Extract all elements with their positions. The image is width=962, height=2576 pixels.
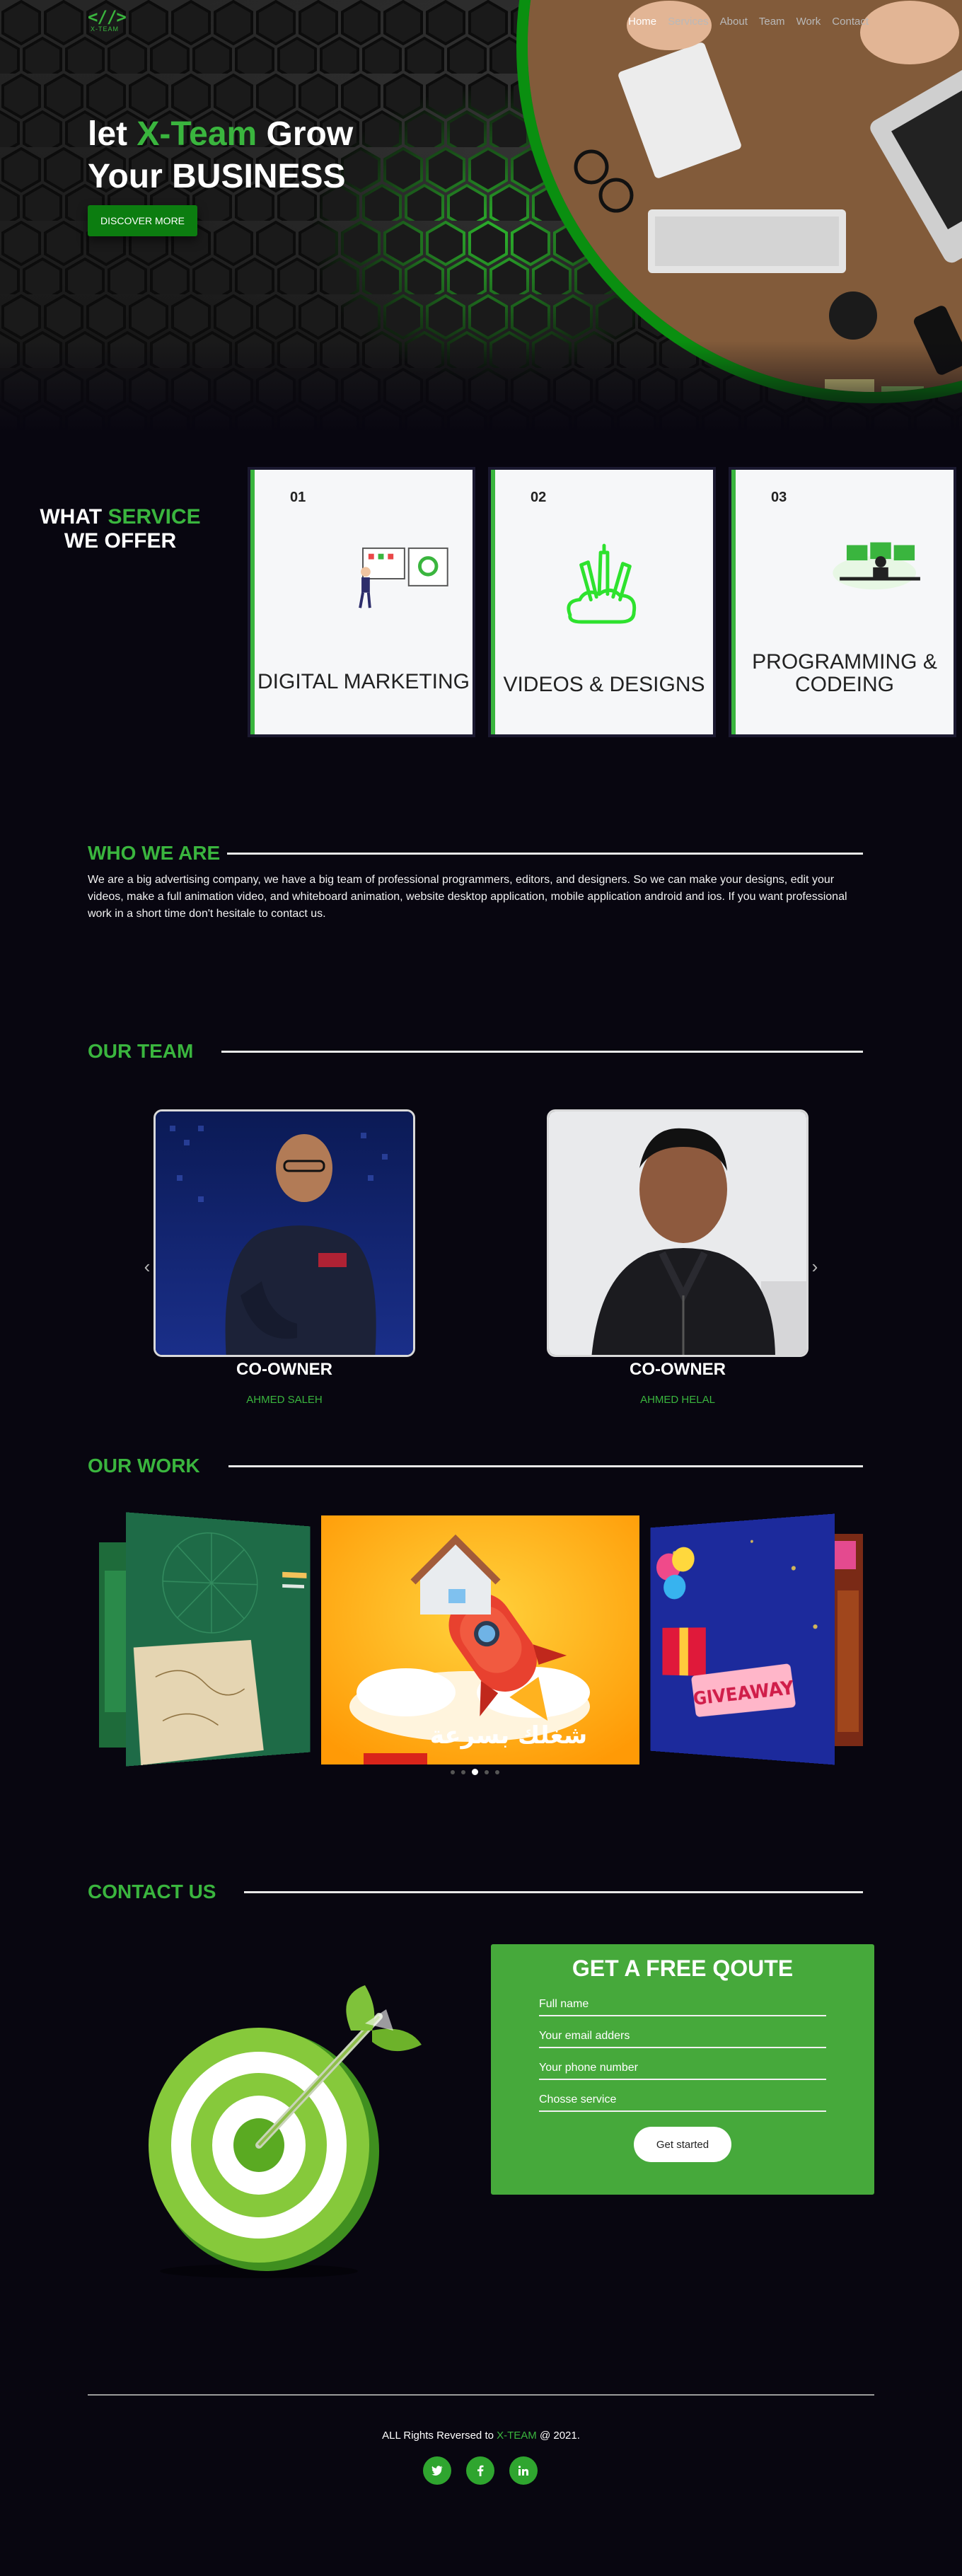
services-heading-part2: WE OFFER <box>64 529 177 553</box>
work-carousel-dots <box>451 1769 499 1775</box>
get-started-button[interactable]: Get started <box>634 2127 731 2162</box>
team-member-name: AHMED HELAL <box>640 1394 715 1406</box>
linkedin-icon[interactable] <box>509 2456 538 2485</box>
service-title: PROGRAMMING & CODEING <box>752 650 937 696</box>
phone-field[interactable]: Your phone number <box>539 2062 826 2080</box>
team-heading: OUR TEAM <box>88 1040 194 1062</box>
hero-title-prefix: let <box>88 115 137 153</box>
service-title: VIDEOS & DESIGNS <box>503 673 705 696</box>
copyright-prefix: ALL Rights Reversed to <box>382 2430 497 2442</box>
hero-title-suffix: Grow <box>257 115 354 153</box>
carousel-dot[interactable] <box>495 1769 499 1774</box>
social-links <box>423 2456 538 2485</box>
carousel-dot[interactable] <box>461 1769 465 1774</box>
nav-team[interactable]: Team <box>759 16 785 28</box>
service-card-programming[interactable]: 03 PROGRAMMING & CODEING <box>731 470 954 734</box>
work-heading: OUR WORK <box>88 1455 200 1477</box>
services-heading-part1: WHAT <box>40 505 108 529</box>
services-heading: WHAT SERVICE WE OFFER <box>35 505 205 553</box>
team-member-role: CO-OWNER <box>630 1360 726 1379</box>
team-next-arrow-icon[interactable]: › <box>806 1257 823 1276</box>
marketing-illustration-icon <box>359 547 448 608</box>
hero-title-line2: Your BUSINESS <box>88 158 346 195</box>
email-field[interactable]: Your email adders <box>539 2030 826 2048</box>
hero-title: let X-Team Grow Your BUSINESS <box>88 113 353 198</box>
footer-divider <box>88 2394 874 2396</box>
heading-divider <box>221 1050 863 1053</box>
work-item-featured-rocket[interactable]: شغلك بسرعة <box>321 1515 639 1764</box>
team-header: OUR TEAM <box>88 1040 863 1063</box>
hero-title-accent: X-Team <box>137 115 257 153</box>
service-card-marketing[interactable]: 01 DIGITAL MARKETING <box>250 470 473 734</box>
nav-home[interactable]: Home <box>628 16 656 28</box>
full-name-field[interactable]: Full name <box>539 1998 826 2016</box>
developer-illustration-icon <box>833 542 920 590</box>
team-member-photo-2 <box>547 1109 809 1357</box>
hero-bottom-fade <box>0 341 962 433</box>
service-select-field[interactable]: Chosse service <box>539 2093 826 2112</box>
site-logo[interactable]: <//> X-TEAM <box>88 7 129 40</box>
team-member-photo-1 <box>153 1109 415 1357</box>
design-tools-icon <box>567 543 637 624</box>
facebook-icon[interactable] <box>466 2456 494 2485</box>
work-item-map[interactable] <box>126 1512 311 1767</box>
work-header: OUR WORK <box>88 1455 863 1477</box>
about-heading: WHO WE ARE <box>88 842 221 864</box>
target-dart-illustration <box>149 1985 422 2278</box>
quote-form: GET A FREE QOUTE Full name Your email ad… <box>491 1944 874 2195</box>
about-text: We are a big advertising company, we hav… <box>88 874 847 920</box>
carousel-dot-active[interactable] <box>472 1769 478 1775</box>
work-item-giveaway[interactable]: GIVEAWAY <box>650 1513 835 1765</box>
work-item-far-left[interactable] <box>99 1542 127 1748</box>
nav-work[interactable]: Work <box>796 16 821 28</box>
services-heading-accent: SERVICE <box>108 505 201 529</box>
heading-divider <box>244 1890 863 1893</box>
team-member-name: AHMED SALEH <box>246 1394 323 1406</box>
main-nav: Home Services About Team Work Contact <box>628 16 869 28</box>
copyright-brand[interactable]: X-TEAM <box>497 2430 537 2442</box>
nav-contact[interactable]: Contact <box>832 16 869 28</box>
discover-more-button[interactable]: DISCOVER MORE <box>88 205 198 236</box>
service-title: DIGITAL MARKETING <box>257 670 470 693</box>
heading-divider <box>227 852 863 855</box>
quote-form-title: GET A FREE QOUTE <box>572 1956 794 1981</box>
featured-caption: شغلك بسرعة <box>430 1721 587 1750</box>
nav-about[interactable]: About <box>720 16 748 28</box>
work-item-far-right[interactable] <box>835 1534 863 1746</box>
logo-mark: <//> <box>88 7 127 27</box>
copyright-text: ALL Rights Reversed to X-TEAM @ 2021. <box>0 2430 962 2442</box>
service-card-design[interactable]: 02 VIDEOS & DESIGNS <box>491 470 713 734</box>
service-number: 01 <box>290 490 306 505</box>
contact-heading: CONTACT US <box>88 1881 216 1902</box>
twitter-icon[interactable] <box>423 2456 451 2485</box>
heading-divider <box>228 1465 863 1467</box>
team-member-role: CO-OWNER <box>236 1360 332 1379</box>
service-number: 02 <box>531 490 547 505</box>
contact-header: CONTACT US <box>88 1881 863 1903</box>
copyright-suffix: @ 2021. <box>536 2430 580 2442</box>
carousel-dot[interactable] <box>485 1769 489 1774</box>
hero-section: <//> X-TEAM Home Services About Team Wor… <box>0 0 962 433</box>
nav-services[interactable]: Services <box>668 16 709 28</box>
carousel-dot[interactable] <box>451 1769 455 1774</box>
service-number: 03 <box>771 490 787 505</box>
about-header: WHO WE ARE <box>88 842 863 865</box>
